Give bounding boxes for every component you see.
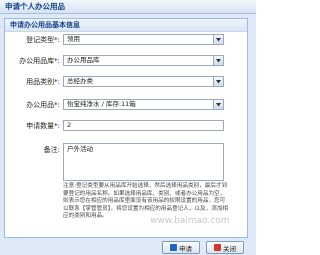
product-category-select[interactable]: 总经办类 (63, 76, 224, 87)
register-type-row: 登记类型*: 领用 (5, 33, 247, 47)
chevron-down-icon[interactable] (213, 35, 223, 44)
close-button[interactable]: 关闭 (206, 241, 244, 254)
product-category-row: 用品类别*: 总经办类 (5, 75, 247, 89)
remark-label: 备注: (43, 146, 60, 154)
watermark: www.baimao.com (150, 216, 230, 226)
register-type-value: 领用 (67, 35, 80, 43)
quantity-row: 申请数量*: 2 (5, 119, 247, 133)
item-value: 怡宝纯净水 / 库存:11箱 (67, 100, 136, 108)
quantity-input[interactable]: 2 (63, 120, 224, 131)
form-panel: 申请办公用品基本信息 登记类型*: 领用 办公用品库*: 办公用品库 用品类别*… (4, 18, 248, 238)
item-select[interactable]: 怡宝纯净水 / 库存:11箱 (63, 99, 224, 110)
apply-button[interactable]: 申请 (162, 241, 200, 254)
chevron-down-icon[interactable] (213, 77, 223, 86)
category-select[interactable]: 办公用品库 (63, 55, 224, 66)
register-type-select[interactable]: 领用 (63, 34, 224, 45)
window-title: 申请个人办公用品 (0, 0, 256, 14)
window-body: 申请办公用品基本信息 登记类型*: 领用 办公用品库*: 办公用品库 用品类别*… (0, 14, 256, 255)
chevron-down-icon[interactable] (213, 100, 223, 109)
category-value: 办公用品库 (67, 56, 100, 64)
close-icon (214, 244, 221, 251)
product-category-label: 用品类别*: (26, 78, 60, 86)
apply-button-label: 申请 (179, 244, 192, 253)
category-label: 办公用品库*: (19, 57, 60, 65)
close-button-label: 关闭 (223, 244, 236, 253)
item-row: 办公用品*: 怡宝纯净水 / 库存:11箱 (5, 98, 247, 112)
quantity-label: 申请数量*: (26, 122, 60, 130)
chevron-down-icon[interactable] (213, 56, 223, 65)
category-row: 办公用品库*: 办公用品库 (5, 54, 247, 68)
button-bar: 申请 关闭 (0, 241, 256, 255)
product-category-value: 总经办类 (67, 77, 93, 85)
remark-textarea[interactable]: 户外活动 (63, 143, 224, 181)
item-label: 办公用品*: (26, 101, 60, 109)
register-type-label: 登记类型*: (26, 36, 60, 44)
panel-title: 申请办公用品基本信息 (5, 19, 247, 32)
save-icon (170, 244, 177, 251)
